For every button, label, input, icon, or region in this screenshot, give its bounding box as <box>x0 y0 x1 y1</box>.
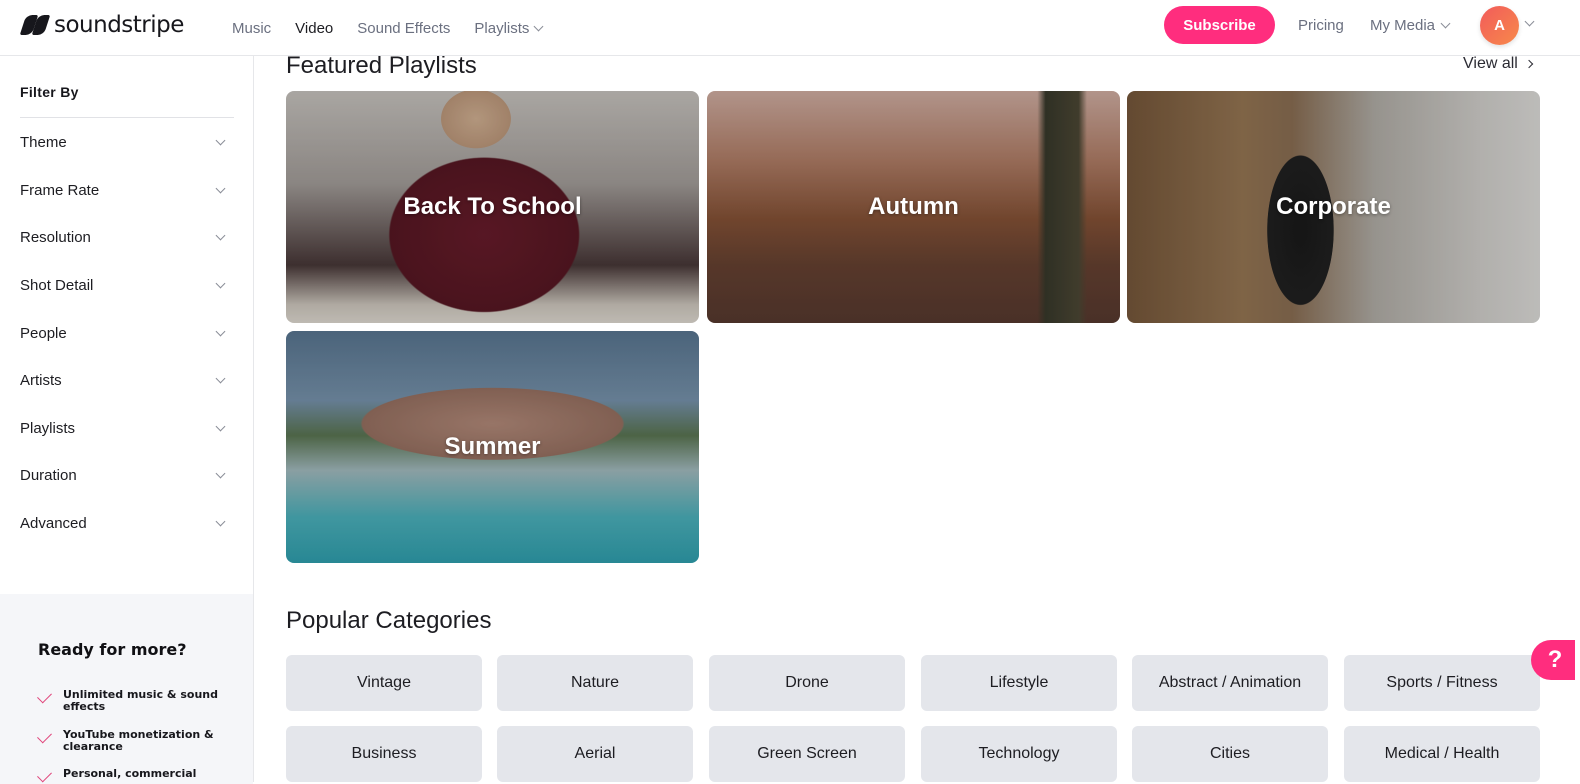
top-navigation-bar: soundstripe Music Video Sound Effects Pl… <box>0 0 1580 56</box>
chevron-down-icon <box>215 516 226 526</box>
playlist-title: Summer <box>444 433 541 460</box>
logo-text: soundstripe <box>54 12 184 38</box>
filter-duration[interactable]: Duration <box>20 460 230 490</box>
category-drone[interactable]: Drone <box>709 655 905 711</box>
chevron-down-icon <box>215 230 226 240</box>
chevron-down-icon <box>215 373 226 383</box>
nav-video[interactable]: Video <box>295 20 333 37</box>
promo-feature: Unlimited music & sound effects <box>37 688 228 713</box>
divider <box>20 117 234 118</box>
filter-label: People <box>20 324 67 342</box>
nav-sound-effects[interactable]: Sound Effects <box>357 20 450 37</box>
chevron-down-icon <box>215 326 226 336</box>
category-cities[interactable]: Cities <box>1132 726 1328 782</box>
category-abstract-animation[interactable]: Abstract / Animation <box>1132 655 1328 711</box>
view-all-label: View all <box>1463 55 1518 72</box>
category-lifestyle[interactable]: Lifestyle <box>921 655 1117 711</box>
promo-feature: YouTube monetization & clearance <box>37 728 228 753</box>
nav-music[interactable]: Music <box>232 20 271 37</box>
nav-music-label: Music <box>232 19 272 37</box>
filter-label: Advanced <box>20 514 87 532</box>
promo-title: Ready for more? <box>38 640 187 659</box>
filter-label: Shot Detail <box>20 276 94 294</box>
chevron-down-icon <box>533 21 544 31</box>
playlist-title: Back To School <box>403 193 582 220</box>
soundstripe-logo-icon <box>19 15 51 35</box>
promo-feature-text: Personal, commercial <box>63 767 197 780</box>
playlist-title: Autumn <box>868 193 959 220</box>
filter-theme[interactable]: Theme <box>20 127 230 157</box>
chevron-down-icon <box>215 135 226 145</box>
upgrade-promo: Ready for more? Unlimited music & sound … <box>0 594 253 784</box>
playlist-card-autumn[interactable]: Autumn <box>707 91 1120 323</box>
nav-playlists[interactable]: Playlists <box>474 19 544 37</box>
playlist-title: Corporate <box>1276 193 1391 220</box>
checkmark-icon <box>37 688 52 704</box>
category-vintage[interactable]: Vintage <box>286 655 482 711</box>
category-medical-health[interactable]: Medical / Health <box>1344 726 1540 782</box>
category-sports-fitness[interactable]: Sports / Fitness <box>1344 655 1540 711</box>
nav-sound-effects-label: Sound Effects <box>357 19 451 37</box>
chevron-right-icon <box>1524 59 1534 69</box>
category-green-screen[interactable]: Green Screen <box>709 726 905 782</box>
main-nav: Music Video Sound Effects Playlists <box>232 0 544 56</box>
view-all-link[interactable]: View all <box>1463 55 1534 73</box>
filter-resolution[interactable]: Resolution <box>20 222 230 252</box>
filter-playlists[interactable]: Playlists <box>20 413 230 443</box>
category-aerial[interactable]: Aerial <box>497 726 693 782</box>
filter-shot-detail[interactable]: Shot Detail <box>20 270 230 300</box>
chevron-down-icon <box>1440 18 1451 29</box>
nav-video-label: Video <box>295 19 334 37</box>
question-mark-icon: ? <box>1547 646 1563 673</box>
promo-feature-text: YouTube monetization & clearance <box>63 728 214 753</box>
chevron-down-icon <box>215 183 226 193</box>
filter-label: Frame Rate <box>20 181 100 199</box>
my-media-dropdown[interactable]: My Media <box>1370 17 1451 34</box>
playlist-card-back-to-school[interactable]: Back To School <box>286 91 699 323</box>
category-business[interactable]: Business <box>286 726 482 782</box>
checkmark-icon <box>37 728 52 744</box>
featured-playlists-heading: Featured Playlists <box>286 52 477 79</box>
chevron-down-icon <box>215 278 226 288</box>
subscribe-button[interactable]: Subscribe <box>1164 6 1275 44</box>
nav-playlists-label: Playlists <box>474 19 530 37</box>
filter-label: Resolution <box>20 228 91 246</box>
filter-label: Duration <box>20 466 77 484</box>
user-avatar[interactable]: A <box>1480 6 1519 45</box>
pricing-link[interactable]: Pricing <box>1298 17 1344 34</box>
soundstripe-logo[interactable]: soundstripe <box>19 12 184 38</box>
checkmark-icon <box>37 767 52 783</box>
my-media-label: My Media <box>1370 17 1436 34</box>
category-technology[interactable]: Technology <box>921 726 1117 782</box>
filter-label: Playlists <box>20 419 76 437</box>
filter-sidebar: Filter By Theme Frame Rate Resolution Sh… <box>0 56 254 784</box>
filter-label: Artists <box>20 371 62 389</box>
chevron-down-icon <box>215 421 226 431</box>
popular-categories-heading: Popular Categories <box>286 607 492 634</box>
filter-advanced[interactable]: Advanced <box>20 508 230 538</box>
account-chevron-down-icon[interactable] <box>1524 16 1535 27</box>
filter-by-heading: Filter By <box>20 84 79 100</box>
filter-frame-rate[interactable]: Frame Rate <box>20 175 230 205</box>
playlist-card-summer[interactable]: Summer <box>286 331 699 563</box>
filter-artists[interactable]: Artists <box>20 365 230 395</box>
promo-feature: Personal, commercial <box>37 767 228 783</box>
promo-feature-text: Unlimited music & sound effects <box>63 688 218 713</box>
playlist-card-corporate[interactable]: Corporate <box>1127 91 1540 323</box>
chevron-down-icon <box>215 468 226 478</box>
filter-label: Theme <box>20 133 67 151</box>
help-button[interactable]: ? <box>1531 640 1575 680</box>
filter-people[interactable]: People <box>20 318 230 348</box>
category-nature[interactable]: Nature <box>497 655 693 711</box>
